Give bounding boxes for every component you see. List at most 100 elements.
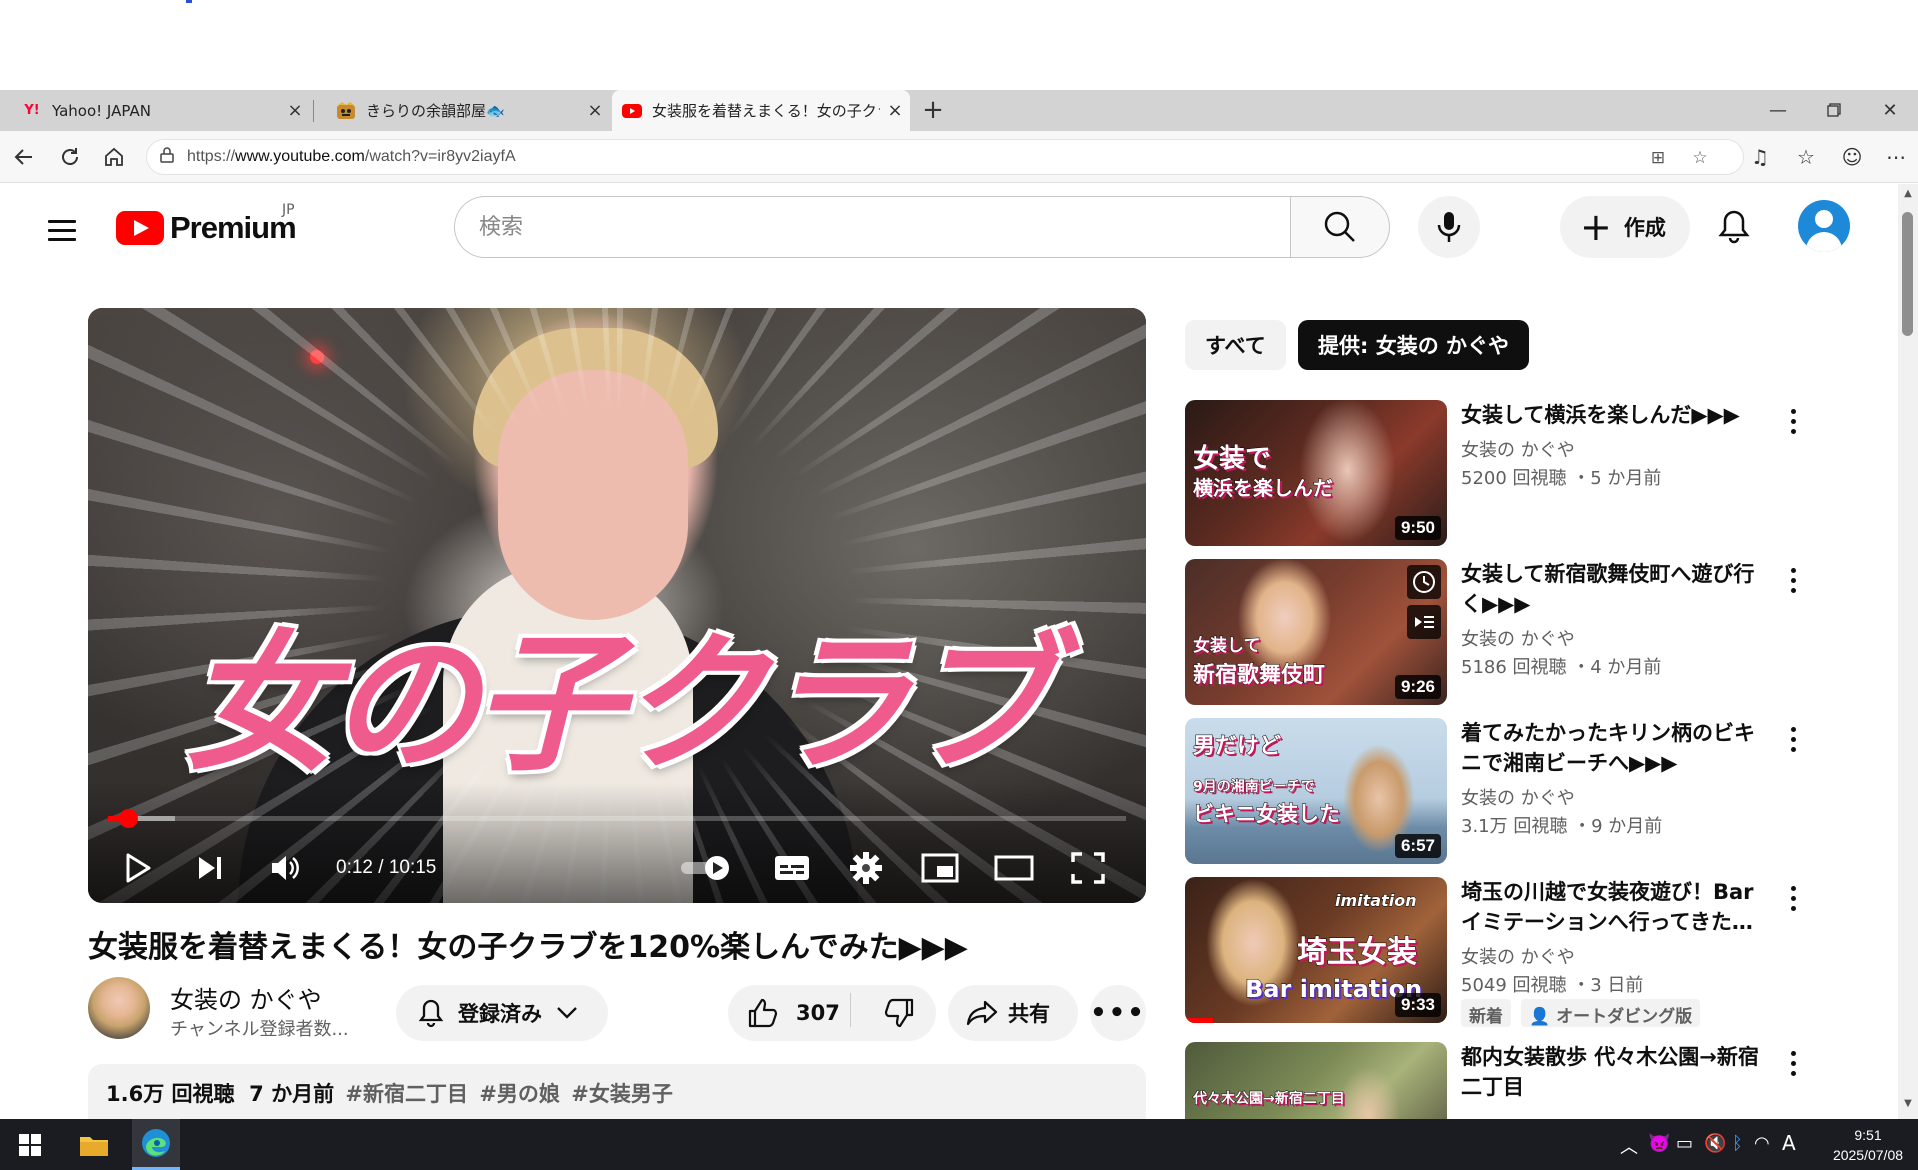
- home-icon[interactable]: [96, 139, 132, 175]
- back-icon[interactable]: [6, 139, 42, 175]
- recommendation-thumbnail[interactable]: 女装して 新宿歌舞伎町 9:26: [1185, 559, 1447, 705]
- tray-app-icon[interactable]: 👿: [1648, 1133, 1670, 1154]
- wifi-icon[interactable]: ◠: [1754, 1133, 1770, 1154]
- notifications-bell-icon[interactable]: [1712, 204, 1756, 248]
- youtube-premium-logo[interactable]: Premium JP: [116, 202, 297, 248]
- minimize-icon[interactable]: —: [1750, 90, 1806, 131]
- thumbnail-caption: 新宿歌舞伎町: [1192, 663, 1326, 689]
- chevron-down-icon: [557, 1007, 577, 1019]
- recommendation-thumbnail[interactable]: 男だけど 9月の湘南ビーチで ビキニ女装した 6:57: [1185, 718, 1447, 864]
- close-tab-icon[interactable]: ×: [880, 100, 910, 121]
- more-actions-button[interactable]: •••: [1090, 985, 1146, 1041]
- window-close-icon[interactable]: ✕: [1862, 90, 1918, 131]
- voice-search-button[interactable]: [1418, 196, 1480, 258]
- autoplay-toggle-icon: [681, 856, 729, 880]
- new-tab-button[interactable]: +: [916, 90, 950, 131]
- recommendation-channel[interactable]: 女装の かぐや: [1461, 784, 1575, 810]
- account-avatar[interactable]: [1798, 200, 1850, 252]
- share-button[interactable]: 共有: [948, 985, 1078, 1041]
- recommendation-item[interactable]: 男だけど 9月の湘南ビーチで ビキニ女装した 6:57 着てみたかったキリン柄の…: [1185, 718, 1805, 868]
- music-icon[interactable]: ♫: [1742, 139, 1778, 175]
- watch-later-icon[interactable]: [1407, 565, 1441, 599]
- youtube-play-logo-icon: [116, 211, 164, 245]
- add-to-queue-icon[interactable]: [1407, 605, 1441, 639]
- video-player[interactable]: 女の子クラブ 0:12 / 10:15: [88, 308, 1146, 903]
- recommendation-title[interactable]: 女装して新宿歌舞伎町へ遊び行く▶▶▶: [1461, 559, 1773, 619]
- settings-button[interactable]: [844, 848, 888, 888]
- dislike-button[interactable]: [884, 997, 916, 1029]
- recommendation-thumbnail[interactable]: 女装で 横浜を楽しんだ 9:50: [1185, 400, 1447, 546]
- search-button[interactable]: [1290, 196, 1390, 258]
- like-button[interactable]: 307: [746, 997, 840, 1029]
- scroll-up-arrow-icon[interactable]: ▲: [1901, 188, 1915, 199]
- subtitles-button[interactable]: [770, 848, 814, 888]
- more-vertical-icon[interactable]: [1783, 565, 1803, 595]
- chip-all[interactable]: すべて: [1185, 320, 1286, 370]
- more-vertical-icon[interactable]: [1783, 406, 1803, 436]
- autoplay-toggle[interactable]: [678, 848, 734, 888]
- recommendation-item[interactable]: 代々木公園→新宿二丁目 都内女装散歩 代々木公園→新宿二丁目: [1185, 1042, 1805, 1119]
- hashtag[interactable]: #男の娘: [479, 1082, 560, 1106]
- scrollbar-thumb[interactable]: [1902, 212, 1913, 336]
- tab-youtube-active[interactable]: 女装服を着替えまくる！女の子クラブ ×: [612, 90, 910, 131]
- profile-icon[interactable]: ☺: [1834, 139, 1870, 175]
- channel-name[interactable]: 女装の かぐや: [170, 980, 322, 1015]
- recommendation-title[interactable]: 都内女装散歩 代々木公園→新宿二丁目: [1461, 1042, 1773, 1102]
- play-button[interactable]: [118, 848, 158, 888]
- miniplayer-button[interactable]: [918, 848, 962, 888]
- bluetooth-icon[interactable]: ᛒ: [1732, 1133, 1743, 1154]
- tray-chevron-up-icon[interactable]: ︿: [1620, 1133, 1638, 1159]
- favorites-icon[interactable]: ☆: [1788, 139, 1824, 175]
- start-button[interactable]: [8, 1119, 52, 1170]
- lock-icon[interactable]: [157, 147, 177, 167]
- recommendation-title[interactable]: 埼玉の川越で女装夜遊び！Barイミテーションへ行ってきた…: [1461, 877, 1773, 937]
- recommendation-channel[interactable]: 女装の かぐや: [1461, 436, 1575, 462]
- restore-icon[interactable]: [1806, 90, 1862, 131]
- emoji-icon: [336, 101, 356, 121]
- create-button[interactable]: + 作成: [1560, 196, 1690, 258]
- file-explorer-button[interactable]: [72, 1119, 116, 1170]
- more-menu-icon[interactable]: ⋯: [1878, 139, 1914, 175]
- next-icon: [199, 857, 221, 879]
- favorite-star-icon[interactable]: ☆: [1689, 147, 1711, 169]
- fullscreen-button[interactable]: [1066, 848, 1110, 888]
- close-tab-icon[interactable]: ×: [580, 100, 610, 121]
- ime-indicator[interactable]: A: [1782, 1131, 1796, 1155]
- more-vertical-icon[interactable]: [1783, 724, 1803, 754]
- channel-avatar[interactable]: [88, 977, 150, 1039]
- recommendation-channel[interactable]: 女装の かぐや: [1461, 943, 1575, 969]
- next-button[interactable]: [190, 848, 230, 888]
- hashtag[interactable]: #新宿二丁目: [345, 1082, 468, 1106]
- volume-button[interactable]: [266, 848, 306, 888]
- guide-menu-icon[interactable]: [44, 214, 80, 250]
- more-vertical-icon[interactable]: [1783, 883, 1803, 913]
- hashtag[interactable]: #女装男子: [571, 1082, 673, 1106]
- theater-mode-button[interactable]: [992, 848, 1036, 888]
- taskbar-clock[interactable]: 9:51 2025/07/08: [1820, 1125, 1916, 1165]
- recommendation-title[interactable]: 着てみたかったキリン柄のビキニで湘南ビーチへ▶▶▶: [1461, 718, 1773, 778]
- recommendation-item[interactable]: imitation 埼玉女装 Bar imitation 9:33 埼玉の川越で…: [1185, 877, 1805, 1027]
- app-available-icon[interactable]: ⊞: [1647, 147, 1669, 169]
- recommendation-thumbnail[interactable]: 代々木公園→新宿二丁目: [1185, 1042, 1447, 1119]
- battery-icon[interactable]: ▭: [1676, 1133, 1693, 1154]
- seek-bar[interactable]: [108, 809, 1126, 828]
- subscribe-button[interactable]: 登録済み: [396, 985, 608, 1041]
- recommendation-channel[interactable]: 女装の かぐや: [1461, 625, 1575, 651]
- edge-browser-button[interactable]: [132, 1119, 180, 1170]
- search-box[interactable]: [454, 196, 1290, 258]
- recommendation-title[interactable]: 女装して横浜を楽しんだ▶▶▶: [1461, 400, 1773, 430]
- chip-from-channel[interactable]: 提供: 女装の かぐや: [1298, 320, 1530, 370]
- tab-yahoo[interactable]: Y! Yahoo! JAPAN ×: [0, 90, 310, 131]
- address-bar[interactable]: https://www.youtube.com/watch?v=ir8yv2ia…: [146, 139, 1744, 175]
- reload-icon[interactable]: [52, 139, 88, 175]
- recommendation-item[interactable]: 女装で 横浜を楽しんだ 9:50 女装して横浜を楽しんだ▶▶▶ 女装の かぐや …: [1185, 400, 1805, 550]
- speaker-muted-icon[interactable]: 🔇: [1704, 1133, 1726, 1154]
- scroll-down-arrow-icon[interactable]: ▼: [1901, 1098, 1915, 1109]
- close-tab-icon[interactable]: ×: [280, 100, 310, 121]
- search-input[interactable]: [455, 197, 1290, 257]
- tab-kirari[interactable]: きらりの余韻部屋🐟 ×: [314, 90, 610, 131]
- page-scrollbar[interactable]: ▲ ▼: [1898, 184, 1918, 1119]
- recommendation-item[interactable]: 女装して 新宿歌舞伎町 9:26 女装して新宿歌舞伎町へ遊び行く▶▶▶ 女装の …: [1185, 559, 1805, 709]
- recommendation-thumbnail[interactable]: imitation 埼玉女装 Bar imitation 9:33: [1185, 877, 1447, 1023]
- more-vertical-icon[interactable]: [1783, 1048, 1803, 1078]
